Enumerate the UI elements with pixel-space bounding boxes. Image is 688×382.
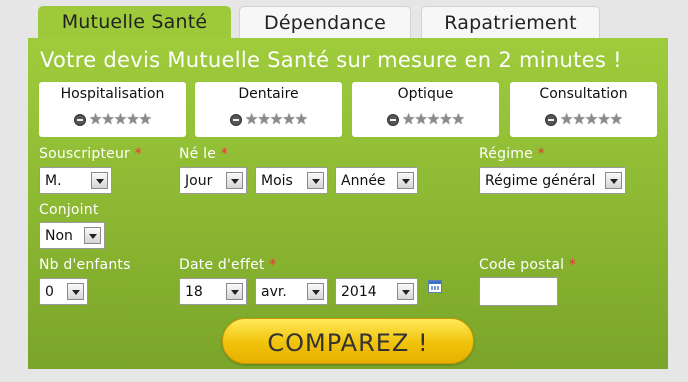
star-icon[interactable]: ★ [257, 112, 270, 127]
tab-rapatriement[interactable]: Rapatriement [421, 6, 600, 40]
regime-value: Régime général [485, 173, 596, 189]
coverage-rating[interactable]: ★★★★★ [39, 109, 186, 127]
birth-month-select[interactable]: Mois [255, 167, 328, 194]
souscripteur-select[interactable]: M. [39, 167, 112, 194]
star-icon[interactable]: ★ [295, 112, 308, 127]
coverage-rating[interactable]: ★★★★★ [352, 109, 499, 127]
effet-year-select[interactable]: 2014 [335, 278, 418, 305]
coverage-label: Dentaire [238, 86, 299, 102]
coverage-rating[interactable]: ★★★★★ [195, 109, 342, 127]
chevron-down-icon[interactable] [91, 172, 108, 189]
birth-year-select[interactable]: Année [335, 167, 418, 194]
regime-label: Régime * [479, 146, 545, 162]
effet-year-value: 2014 [341, 284, 377, 300]
nb-enfants-label: Nb d'enfants [39, 257, 131, 273]
chevron-down-icon[interactable] [397, 172, 414, 189]
coverage-rating[interactable]: ★★★★★ [510, 109, 657, 127]
conjoint-value: Non [45, 228, 73, 244]
minus-circle-icon[interactable] [73, 113, 86, 126]
effet-month-value: avr. [261, 284, 287, 300]
birth-day-value: Jour [185, 173, 213, 189]
coverage-label: Consultation [539, 86, 628, 102]
code-postal-label: Code postal * [479, 257, 577, 273]
star-icon[interactable]: ★ [101, 112, 114, 127]
coverage-dentaire: Dentaire ★★★★★ [195, 82, 342, 137]
coverage-hospitalisation: Hospitalisation ★★★★★ [39, 82, 186, 137]
star-icon[interactable]: ★ [139, 112, 152, 127]
chevron-down-icon[interactable] [226, 283, 243, 300]
star-icon[interactable]: ★ [282, 112, 295, 127]
souscripteur-label: Souscripteur * [39, 146, 142, 162]
chevron-down-icon[interactable] [397, 283, 414, 300]
calendar-icon[interactable] [428, 280, 442, 293]
minus-circle-icon[interactable] [544, 113, 557, 126]
chevron-down-icon[interactable] [67, 283, 84, 300]
minus-circle-icon[interactable] [386, 113, 399, 126]
star-icon[interactable]: ★ [597, 112, 610, 127]
chevron-down-icon[interactable] [84, 227, 101, 244]
chevron-down-icon[interactable] [226, 172, 243, 189]
minus-circle-icon[interactable] [229, 113, 242, 126]
tab-dependance[interactable]: Dépendance [239, 6, 411, 40]
date-effet-label: Date d'effet * [179, 257, 277, 273]
star-icon[interactable]: ★ [452, 112, 465, 127]
birth-year-value: Année [341, 173, 386, 189]
regime-select[interactable]: Régime général [479, 167, 626, 194]
nb-enfants-value: 0 [45, 284, 54, 300]
tab-mutuelle-sante[interactable]: Mutuelle Santé [38, 6, 231, 40]
birth-day-select[interactable]: Jour [179, 167, 247, 194]
chevron-down-icon[interactable] [307, 172, 324, 189]
coverage-consultation: Consultation ★★★★★ [510, 82, 657, 137]
effet-day-select[interactable]: 18 [179, 278, 247, 305]
conjoint-label: Conjoint [39, 202, 99, 218]
coverage-optique: Optique ★★★★★ [352, 82, 499, 137]
coverage-label: Optique [397, 86, 454, 102]
nb-enfants-select[interactable]: 0 [39, 278, 88, 305]
coverage-label: Hospitalisation [60, 86, 165, 102]
souscripteur-value: M. [45, 173, 62, 189]
code-postal-input[interactable] [479, 277, 558, 306]
chevron-down-icon[interactable] [307, 283, 324, 300]
star-icon[interactable]: ★ [126, 112, 139, 127]
compare-button[interactable]: COMPAREZ ! [222, 318, 474, 364]
star-icon[interactable]: ★ [610, 112, 623, 127]
birth-month-value: Mois [261, 173, 293, 189]
page-title: Votre devis Mutuelle Santé sur mesure en… [40, 48, 622, 72]
star-icon[interactable]: ★ [414, 112, 427, 127]
effet-month-select[interactable]: avr. [255, 278, 328, 305]
conjoint-select[interactable]: Non [39, 222, 105, 249]
ne-le-label: Né le * [179, 146, 228, 162]
star-icon[interactable]: ★ [572, 112, 585, 127]
compare-button-label: COMPAREZ ! [267, 329, 429, 357]
effet-day-value: 18 [185, 284, 203, 300]
chevron-down-icon[interactable] [605, 172, 622, 189]
star-icon[interactable]: ★ [439, 112, 452, 127]
